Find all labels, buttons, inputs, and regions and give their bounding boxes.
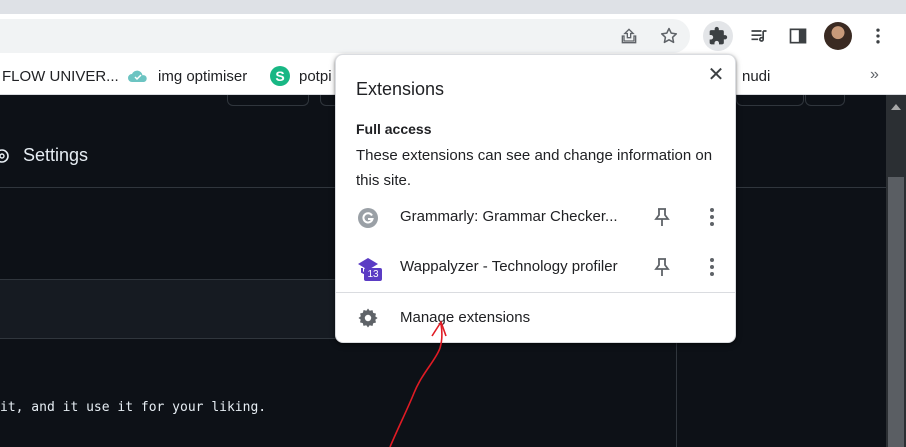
page-button[interactable] (736, 95, 804, 106)
red-arrow-annotation (389, 320, 447, 447)
bookmark-label: nudi (742, 67, 771, 85)
scrollbar-thumb[interactable] (888, 177, 904, 447)
extension-name: Grammarly: Grammar Checker... (400, 208, 618, 225)
address-bar[interactable] (0, 19, 690, 53)
page-button[interactable] (227, 95, 309, 106)
gear-icon (0, 148, 9, 163)
gear-icon (358, 308, 378, 328)
pin-icon[interactable] (652, 206, 672, 228)
tab-settings[interactable]: Settings (0, 145, 88, 166)
reading-list-icon[interactable] (744, 21, 774, 51)
close-icon[interactable]: ✕ (706, 65, 726, 85)
popup-title: Extensions (356, 79, 445, 99)
bookmarks-overflow-chevron[interactable]: » (870, 66, 879, 84)
wappalyzer-icon: 13 (356, 256, 382, 281)
cloud-icon (128, 70, 147, 82)
share-icon[interactable] (614, 21, 644, 51)
extension-name: Wappalyzer - Technology profiler (400, 258, 618, 275)
extension-row-wappalyzer[interactable]: 13 Wappalyzer - Technology profiler (336, 243, 735, 291)
bookmark-item-nudi[interactable]: nudi (742, 58, 770, 94)
grammarly-icon (358, 208, 378, 228)
page-scrollbar[interactable] (886, 95, 906, 447)
more-options-icon[interactable] (702, 206, 722, 228)
browser-menu-icon[interactable] (863, 21, 893, 51)
full-access-heading: Full access (356, 121, 432, 137)
bookmark-item-img-optimiser[interactable]: img optimiser (127, 58, 247, 94)
extensions-puzzle-icon[interactable] (703, 21, 733, 51)
bookmark-label: img optimiser (158, 67, 248, 85)
code-text: it, and it use it for your liking. (0, 400, 267, 415)
browser-tab-strip (0, 0, 906, 14)
pin-icon[interactable] (652, 256, 672, 278)
bookmark-item-potpi[interactable]: S potpi (270, 58, 332, 94)
extension-badge: 13 (364, 268, 382, 281)
side-panel-icon[interactable] (783, 21, 813, 51)
page-button[interactable] (805, 95, 845, 106)
bookmark-item-flow[interactable]: FLOW UNIVER... (2, 58, 119, 94)
bookmark-label: FLOW UNIVER... (2, 67, 119, 85)
tab-settings-label: Settings (23, 145, 89, 165)
extensions-popup: Extensions ✕ Full access These extension… (335, 54, 736, 343)
bookmark-label: potpi (299, 67, 332, 85)
full-access-description: These extensions can see and change info… (356, 147, 713, 189)
s-logo-icon: S (270, 66, 290, 86)
browser-toolbar (0, 14, 906, 58)
bookmark-star-icon[interactable] (654, 21, 684, 51)
extension-row-grammarly[interactable]: Grammarly: Grammar Checker... (336, 193, 735, 241)
more-options-icon[interactable] (702, 256, 722, 278)
content-divider (676, 342, 677, 447)
profile-avatar[interactable] (824, 22, 852, 50)
scroll-up-arrow-icon[interactable] (891, 104, 901, 110)
